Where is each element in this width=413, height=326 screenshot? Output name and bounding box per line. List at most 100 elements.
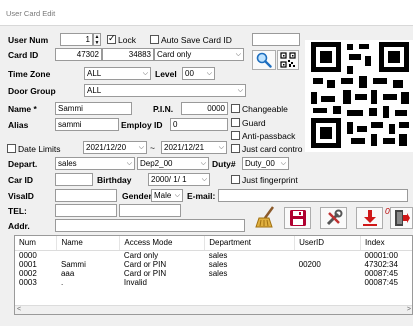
tel2-input[interactable] — [119, 204, 181, 217]
cell-userid — [295, 278, 361, 287]
level-value: 00 — [185, 69, 194, 78]
time-zone-select[interactable]: ALL ⌵ — [84, 67, 151, 80]
broom-icon — [255, 206, 275, 228]
tel-input[interactable] — [55, 204, 117, 217]
user-num-label: User Num — [8, 35, 49, 45]
cell-access-mode: Card only — [123, 250, 159, 260]
cell-department — [205, 278, 295, 287]
qr-code-icon — [280, 52, 296, 68]
search-icon — [256, 52, 272, 68]
user-table[interactable]: Num Name Access Mode Department UserID I… — [14, 235, 413, 315]
level-label: Level — [155, 69, 177, 79]
lock-checkbox[interactable]: Lock — [107, 33, 136, 45]
date-from-picker[interactable]: 2021/12/20 ⌵ — [83, 141, 147, 154]
clear-button[interactable] — [253, 204, 281, 230]
employ-id-input[interactable]: 0 — [170, 118, 228, 131]
date-separator: ~ — [150, 143, 155, 153]
addr-label: Addr. — [8, 221, 30, 231]
download-icon — [362, 210, 377, 226]
window-title: User Card Edit — [6, 9, 56, 18]
duty-label: Duty# — [212, 159, 236, 169]
card-id-label: Card ID — [8, 50, 39, 60]
date-to-value: 2021/12/21 — [164, 143, 205, 152]
dep-select[interactable]: Dep2_00 ⌵ — [137, 157, 209, 170]
horizontal-scrollbar[interactable]: < > — [15, 305, 412, 314]
col-header-name[interactable]: Name — [56, 236, 121, 251]
cell-name: . — [60, 277, 64, 287]
tools-button[interactable] — [320, 207, 347, 229]
card-id-part2-input[interactable]: 34883 — [102, 48, 154, 61]
cell-access-mode: Card or PIN — [123, 259, 167, 269]
user-num-input[interactable]: 1 — [60, 33, 93, 46]
guard-label: Guard — [242, 118, 266, 128]
alias-input[interactable]: sammi — [55, 118, 119, 131]
gender-label: Gender — [122, 191, 152, 201]
table-row[interactable]: 0002 aaa Card or PIN sales 00087:45 — [15, 269, 412, 278]
chevron-down-icon: ⌵ — [138, 144, 144, 151]
cell-name — [57, 250, 120, 260]
tel-label: TEL: — [8, 206, 27, 216]
chevron-down-icon: ⌵ — [201, 176, 207, 183]
save-button[interactable] — [284, 207, 311, 229]
changeable-label: Changeable — [242, 104, 288, 114]
chevron-down-icon: ⌵ — [280, 160, 286, 167]
car-id-input[interactable] — [55, 173, 93, 186]
download-button[interactable] — [356, 207, 383, 229]
search-button[interactable] — [252, 50, 276, 70]
birthday-picker[interactable]: 2000/ 1/ 1 ⌵ — [148, 173, 210, 186]
car-id-label: Car ID — [8, 175, 34, 185]
level-select[interactable]: 00 ⌵ — [182, 67, 215, 80]
table-row[interactable]: 0001 Sammi Card or PIN sales 00200 47302… — [15, 259, 412, 269]
cell-userid: 00200 — [298, 259, 321, 269]
cell-index: 00087:45 — [364, 277, 398, 287]
scroll-right-icon[interactable]: > — [407, 306, 411, 313]
depart-label: Depart. — [8, 159, 38, 169]
user-num-spinner[interactable]: ▲ ▼ — [93, 33, 101, 46]
cell-department: sales — [208, 259, 228, 269]
auto-save-field[interactable] — [252, 33, 300, 46]
chevron-down-icon: ⌵ — [126, 160, 132, 167]
visa-id-input[interactable] — [55, 189, 117, 202]
alias-label: Alias — [8, 120, 29, 130]
col-header-num[interactable]: Num — [15, 236, 58, 251]
name-input[interactable]: Sammi — [55, 102, 132, 115]
changeable-checkbox[interactable]: Changeable — [231, 104, 288, 114]
cell-index: 47302:34 — [364, 259, 398, 269]
gender-value: Male — [154, 191, 172, 200]
date-limits-checkbox[interactable]: Date Limits — [7, 144, 61, 154]
depart-select[interactable]: sales ⌵ — [55, 157, 135, 170]
qr-button[interactable] — [277, 50, 299, 70]
auto-save-checkbox[interactable]: Auto Save Card ID — [150, 35, 232, 45]
col-header-department[interactable]: Department — [204, 236, 296, 251]
door-group-label: Door Group — [8, 86, 56, 96]
guard-checkbox[interactable]: Guard — [231, 118, 266, 128]
cell-num: 0001 — [19, 259, 37, 269]
chevron-down-icon: ⌵ — [142, 70, 148, 77]
door-group-value: ALL — [87, 86, 102, 95]
scroll-left-icon[interactable]: < — [17, 306, 21, 313]
col-header-userid[interactable]: UserID — [294, 236, 362, 251]
col-header-index[interactable]: Index — [360, 236, 412, 251]
cell-num: 0003 — [19, 277, 37, 287]
exit-button[interactable] — [390, 207, 413, 229]
door-group-select[interactable]: ALL ⌵ — [84, 84, 246, 97]
table-row[interactable]: 0003 . Invalid 00087:45 — [15, 277, 412, 287]
card-mode-select[interactable]: Card only ⌵ — [154, 48, 244, 61]
title-bar: User Card Edit — [0, 0, 413, 26]
cell-access-mode: Invalid — [123, 277, 147, 287]
chevron-down-icon: ⌵ — [200, 160, 206, 167]
addr-input[interactable] — [55, 219, 245, 232]
table-row[interactable]: 0000 Card only sales 00001:00 — [15, 250, 412, 260]
card-id-part1-input[interactable]: 47302 — [55, 48, 102, 61]
duty-select[interactable]: Duty_00 ⌵ — [242, 157, 289, 170]
anti-passback-checkbox[interactable]: Anti-passback — [231, 131, 295, 141]
qr-code — [305, 40, 413, 152]
email-input[interactable] — [218, 189, 408, 202]
col-header-access-mode[interactable]: Access Mode — [119, 236, 206, 251]
just-fingerprint-checkbox[interactable]: Just fingerprint — [231, 175, 298, 185]
just-card-checkbox[interactable]: Just card contro — [231, 144, 302, 154]
email-label: E-mail: — [187, 191, 216, 201]
date-to-picker[interactable]: 2021/12/21 ⌵ — [161, 141, 227, 154]
gender-select[interactable]: Male ⌵ — [151, 189, 183, 202]
pin-input[interactable]: 0000 — [181, 102, 228, 115]
